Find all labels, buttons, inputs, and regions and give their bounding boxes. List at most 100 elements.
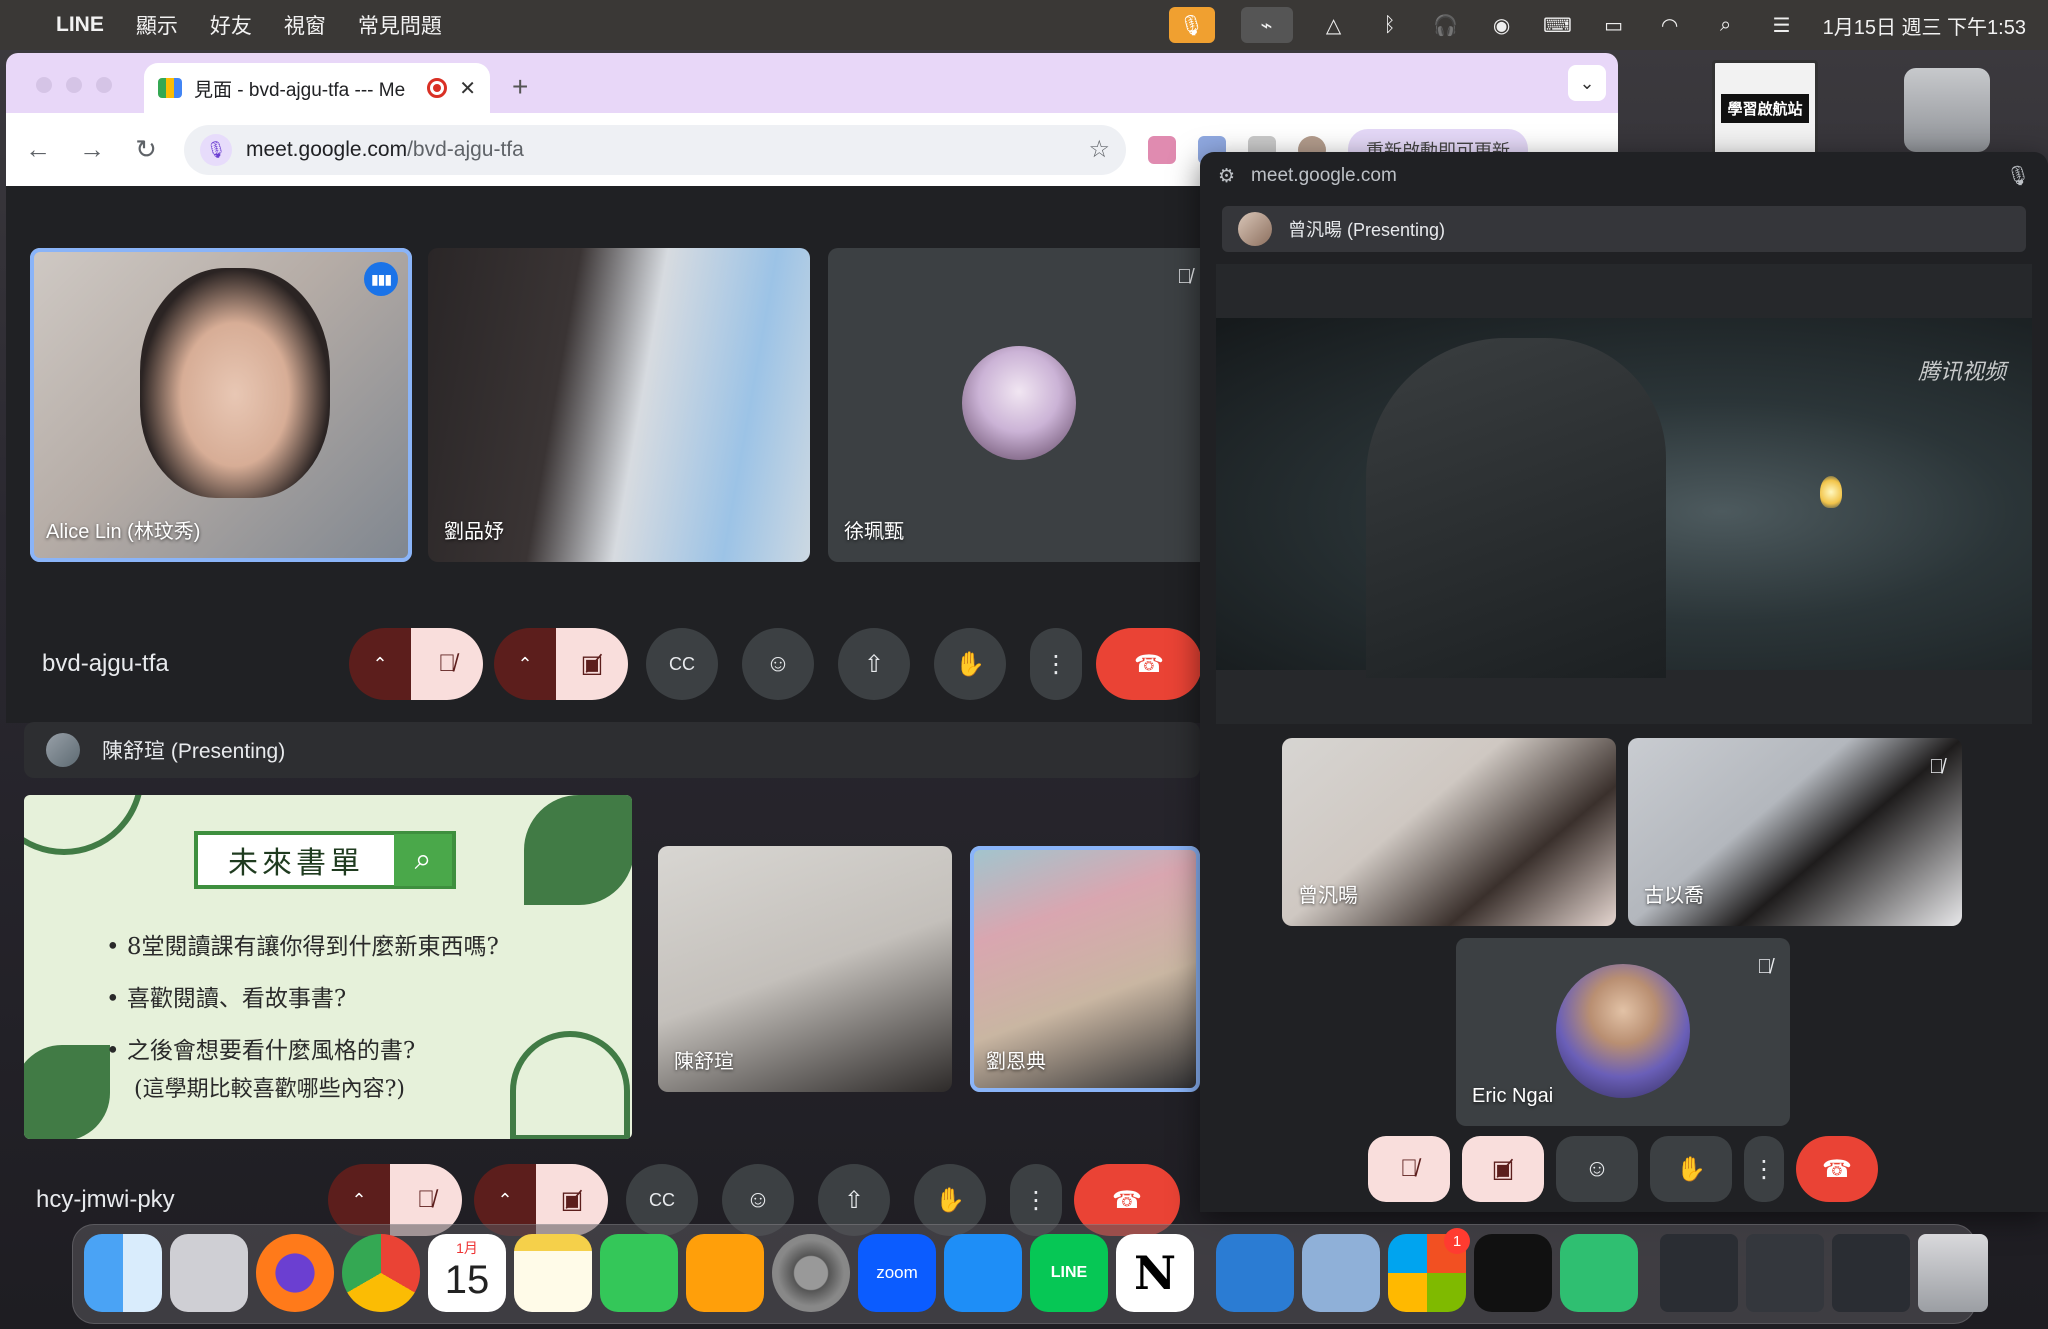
raise-hand-icon[interactable]: ✋: [934, 628, 1006, 700]
keynote-icon[interactable]: [944, 1234, 1022, 1312]
url-text[interactable]: meet.google.com/bvd-ajgu-tfa: [246, 138, 1074, 162]
chrome-icon[interactable]: [342, 1234, 420, 1312]
picture-in-picture-window: ⚙ meet.google.com 🎙 曾汎暘 (Presenting) 腾讯视…: [1200, 152, 2048, 1212]
site-settings-icon[interactable]: ⚙: [1218, 165, 1235, 188]
participant-tile[interactable]: 劉恩典: [970, 846, 1200, 1092]
notes-icon[interactable]: [514, 1234, 592, 1312]
more-vert-icon[interactable]: ⋮: [1744, 1136, 1784, 1202]
tab-search-button[interactable]: ⌄: [1568, 65, 1606, 101]
notion-icon[interactable]: N: [1116, 1234, 1194, 1312]
close-window-button[interactable]: [36, 77, 52, 93]
extension-icon-1[interactable]: [1148, 135, 1176, 164]
call-end-icon[interactable]: ☎: [1096, 628, 1202, 700]
finder-icon[interactable]: [84, 1234, 162, 1312]
google-meet-icon: [158, 78, 182, 98]
participant-tile[interactable]: 🎙̸ 古以喬: [1628, 738, 1962, 926]
present-icon[interactable]: ⇧: [838, 628, 910, 700]
spotlight-search-icon[interactable]: ⌕: [1711, 10, 1741, 40]
pip-origin: meet.google.com: [1251, 165, 1397, 186]
bluetooth-icon[interactable]: ᛒ: [1375, 10, 1405, 40]
slide-search-box: 未來書單 ⌕: [194, 831, 456, 889]
video-options-button[interactable]: ⌃: [494, 628, 556, 700]
mic-off-icon[interactable]: 🎙̸: [1368, 1136, 1450, 1202]
reload-button[interactable]: ↻: [130, 134, 162, 165]
tab-title: 見面 - bvd-ajgu-tfa --- Me: [194, 79, 406, 101]
menu-item-faq[interactable]: 常見問題: [358, 10, 442, 40]
site-mic-permission-icon[interactable]: 🎙: [200, 133, 232, 166]
audio-options-button[interactable]: ⌃: [349, 628, 411, 700]
close-tab-icon[interactable]: ✕: [459, 76, 476, 101]
participant-avatar: [962, 346, 1076, 460]
presenting-label: 陳舒瑄 (Presenting): [102, 740, 286, 763]
search-icon: ⌕: [394, 834, 452, 886]
participant-tile[interactable]: 劉品妤: [428, 248, 810, 562]
bookmark-star-icon[interactable]: ☆: [1088, 135, 1110, 164]
pages-icon[interactable]: [686, 1234, 764, 1312]
green-app-icon[interactable]: [1560, 1234, 1638, 1312]
emoji-icon[interactable]: ☺: [1556, 1136, 1638, 1202]
firefox-icon[interactable]: [256, 1234, 334, 1312]
microsoft-store-icon[interactable]: 1: [1388, 1228, 1470, 1312]
control-center-icon[interactable]: ☰: [1767, 10, 1797, 40]
mic-off-icon: 🎙̸: [1929, 756, 1944, 778]
pip-presenting-label: 曾汎暘 (Presenting): [1288, 220, 1446, 240]
preview-icon[interactable]: [1302, 1234, 1380, 1312]
keyboard-icon[interactable]: ⌨: [1543, 10, 1573, 40]
recent-window-thumbnail[interactable]: [1832, 1234, 1910, 1312]
address-bar[interactable]: 🎙 meet.google.com/bvd-ajgu-tfa ☆: [184, 124, 1126, 175]
word-icon[interactable]: [1216, 1234, 1294, 1312]
menubar-clock[interactable]: 1月15日 週三 下午1:53: [1823, 11, 2026, 40]
menu-app-name[interactable]: LINE: [56, 13, 104, 37]
minimize-window-button[interactable]: [66, 77, 82, 93]
camera-off-icon[interactable]: ▣̸: [1462, 1136, 1544, 1202]
ai-app-icon[interactable]: [1474, 1234, 1552, 1312]
microphone-in-use-icon[interactable]: 🎙: [1168, 7, 1215, 43]
headphones-icon[interactable]: 🎧: [1431, 10, 1461, 40]
participant-tile[interactable]: 陳舒瑄: [658, 846, 952, 1092]
slide-bullet: 8堂閱讀課有讓你得到什麼新東西嗎?: [106, 921, 499, 973]
recent-window-thumbnail[interactable]: [1746, 1234, 1824, 1312]
desktop-folder-label: 學習啟航站: [1721, 93, 1809, 123]
screen-share-status-icon[interactable]: ⌁: [1240, 7, 1293, 43]
emoji-icon[interactable]: ☺: [742, 628, 814, 700]
hard-drive-icon[interactable]: [1904, 68, 1990, 152]
participant-tile[interactable]: 🎙̸ Eric Ngai: [1456, 938, 1790, 1126]
leaf-decoration: [510, 1031, 630, 1139]
participant-tile[interactable]: ▮▮▮ Alice Lin (林玟秀): [30, 248, 412, 562]
recording-icon: [427, 78, 448, 98]
zoom-window-button[interactable]: [96, 77, 112, 93]
call-end-icon[interactable]: ☎: [1796, 1136, 1878, 1202]
participant-name: 徐珮甄: [844, 521, 904, 543]
menu-item-friends[interactable]: 好友: [210, 10, 252, 40]
user-account-icon[interactable]: ◉: [1487, 10, 1517, 40]
participant-tile[interactable]: 曾汎暘: [1282, 738, 1616, 926]
wifi-icon[interactable]: ◠: [1655, 10, 1685, 40]
line-app-icon[interactable]: LINE: [1030, 1234, 1108, 1312]
tab-meet[interactable]: 見面 - bvd-ajgu-tfa --- Me ✕: [144, 63, 490, 113]
url-host: meet.google.com: [246, 137, 408, 161]
menu-item-window[interactable]: 視窗: [284, 10, 326, 40]
calendar-icon[interactable]: 1月 15: [428, 1234, 506, 1312]
new-tab-button[interactable]: +: [512, 71, 528, 103]
raise-hand-icon[interactable]: ✋: [1650, 1136, 1732, 1202]
menu-item-view[interactable]: 顯示: [136, 10, 178, 40]
back-button[interactable]: ←: [22, 134, 54, 165]
mic-off-icon[interactable]: 🎙̸: [411, 628, 483, 700]
camera-off-icon[interactable]: ▣̸: [556, 628, 628, 700]
battery-icon[interactable]: ▭: [1599, 10, 1629, 40]
more-vert-icon[interactable]: ⋮: [1030, 628, 1082, 700]
launchpad-icon[interactable]: [170, 1234, 248, 1312]
zoom-icon[interactable]: zoom: [858, 1234, 936, 1312]
captions-icon[interactable]: CC: [646, 628, 718, 700]
drive-icon[interactable]: △: [1319, 10, 1349, 40]
slide-bullets: 8堂閱讀課有讓你得到什麼新東西嗎? 喜歡閱讀、看故事書? 之後會想要看什麼風格的…: [106, 921, 499, 1077]
trash-icon[interactable]: [1918, 1234, 1988, 1312]
desktop-folder-icon[interactable]: 學習啟航站: [1712, 60, 1818, 156]
forward-button[interactable]: →: [76, 134, 108, 165]
recent-window-thumbnail[interactable]: [1660, 1234, 1738, 1312]
participant-tile[interactable]: 🎙̸ 徐珮甄: [828, 248, 1210, 562]
numbers-icon[interactable]: [600, 1234, 678, 1312]
mic-off-icon: 🎙̸: [1757, 956, 1772, 978]
system-settings-icon[interactable]: [772, 1234, 850, 1312]
calendar-month: 1月: [456, 1240, 478, 1256]
